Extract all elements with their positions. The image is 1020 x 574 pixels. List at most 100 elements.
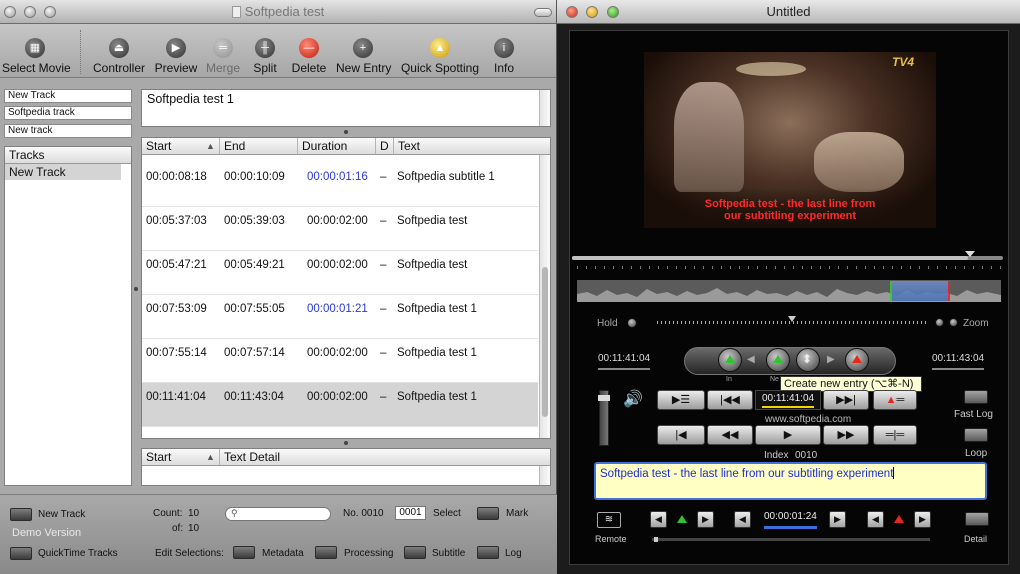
metadata-button[interactable] (233, 546, 255, 559)
volume-thumb[interactable] (598, 395, 610, 401)
count-label: Count: (153, 508, 183, 519)
toolbar-toggle-button[interactable] (534, 8, 552, 17)
search-input[interactable] (242, 509, 326, 519)
volume-slider[interactable] (598, 390, 610, 446)
track-name-field-3[interactable]: New track (4, 124, 132, 138)
column-d[interactable]: D (376, 138, 394, 154)
detail-column-start[interactable]: Start ▲ (142, 449, 220, 465)
track-name-field-1[interactable]: New Track (4, 89, 132, 103)
merge-button[interactable]: ═ Merge (204, 38, 242, 75)
split-button[interactable]: ╫ Split (250, 38, 280, 75)
cell-start: 00:05:47:21 (146, 259, 207, 271)
table-row[interactable]: 00:05:47:21 00:05:49:21 00:00:02:00– Softpe… (142, 251, 538, 295)
selected-entry-segment[interactable] (890, 281, 950, 301)
new-track-button[interactable] (10, 508, 32, 521)
prev-arrow-icon[interactable]: ◀ (747, 354, 755, 365)
go-to-start-button[interactable]: |◀◀ (707, 390, 753, 410)
cell-end: 00:07:57:14 (224, 347, 285, 359)
next-arrow-icon[interactable]: ▶ (827, 354, 835, 365)
zoom-in-icon[interactable] (949, 318, 958, 327)
speaker-icon[interactable]: 🔊 (623, 389, 643, 409)
search-field[interactable]: ⚲ (225, 507, 331, 521)
playback-scrubber[interactable] (572, 251, 1003, 260)
player-zoom-icon[interactable] (607, 6, 619, 18)
vertical-splitter-handle[interactable] (134, 287, 138, 291)
column-start[interactable]: Start ▲ (142, 138, 220, 154)
delete-button[interactable]: — Delete (290, 38, 328, 75)
quicktime-tracks-button[interactable] (10, 547, 32, 560)
table-row[interactable]: 00:05:37:03 00:05:39:03 00:00:02:00– Softpe… (142, 207, 538, 251)
cell-duration: 00:00:02:00 (307, 347, 368, 359)
select-movie-button[interactable]: ▦ Select Movie (2, 38, 71, 75)
quick-spotting-button[interactable]: ▲ Quick Spotting (400, 38, 480, 75)
subtitle-button[interactable] (404, 546, 426, 559)
loop-button[interactable] (964, 428, 988, 442)
track-name-field-2[interactable]: Softpedia track (4, 106, 132, 120)
cell-duration: 00:00:01:21 (307, 303, 368, 315)
processing-button[interactable] (315, 546, 337, 559)
track-item-new-track[interactable]: New Track (5, 164, 121, 180)
zoom-out-icon[interactable] (935, 318, 944, 327)
split-entry-button[interactable]: ═|═ (873, 425, 917, 445)
fast-forward-button[interactable]: ▶▶ (823, 425, 869, 445)
start-increase-button[interactable]: ▶ (697, 511, 714, 528)
minimize-window-icon[interactable] (24, 6, 36, 18)
subtitle-text-field[interactable]: Softpedia test 1 (147, 92, 234, 106)
zoom-slider-thumb[interactable] (788, 316, 796, 322)
detail-column-text-detail[interactable]: Text Detail (220, 449, 538, 465)
preview-button[interactable]: ▶ Preview (154, 38, 198, 75)
mark-button[interactable] (477, 507, 499, 520)
table-row[interactable]: 00:00:08:18 00:00:10:09 00:00:01:16– Softpe… (142, 163, 538, 207)
detail-splitter-handle[interactable] (344, 441, 348, 445)
new-track-label: New Track (38, 509, 86, 520)
zoom-window-icon[interactable] (44, 6, 56, 18)
table-scroll-thumb[interactable] (542, 267, 548, 417)
go-to-end-icon: ▶▶| (836, 394, 856, 406)
table-row[interactable]: 00:11:41:04 00:11:43:04 00:00:02:00– Softpe… (142, 383, 538, 427)
go-to-end-button[interactable]: ▶▶| (823, 390, 869, 410)
column-text[interactable]: Text (394, 138, 540, 154)
current-time-underline (762, 406, 814, 408)
table-row[interactable]: 00:07:55:14 00:07:57:14 00:00:02:00– Softpe… (142, 339, 538, 383)
duration-increase-button[interactable]: ▶ (829, 511, 846, 528)
duration-left-arrow-icon: ◀ (739, 514, 746, 524)
detail-button[interactable] (965, 512, 989, 526)
window-title: Softpedia test (244, 4, 325, 19)
entry-number-field[interactable]: 0001 (395, 506, 426, 520)
start-decrease-button[interactable]: ◀ (650, 511, 667, 528)
detail-scrollbar[interactable] (539, 466, 550, 485)
lamp-shade (736, 62, 806, 76)
controller-label: Controller (92, 61, 146, 75)
entry-text-editor[interactable]: Softpedia test - the last line from our … (594, 462, 987, 500)
close-window-icon[interactable] (4, 6, 16, 18)
player-close-icon[interactable] (566, 6, 578, 18)
delete-entry-spot-button[interactable]: ▲═ (873, 390, 917, 410)
hold-toggle[interactable] (627, 318, 637, 328)
controller-button[interactable]: ⏏ Controller (90, 38, 148, 75)
mark-label: Mark (506, 508, 529, 519)
bottom-progress-track[interactable] (652, 537, 930, 542)
end-decrease-button[interactable]: ◀ (867, 511, 884, 528)
table-scrollbar[interactable] (539, 155, 550, 438)
log-button[interactable] (477, 546, 499, 559)
end-increase-button[interactable]: ▶ (914, 511, 931, 528)
bottom-bar: New Track Demo Version QuickTime Tracks … (0, 494, 557, 574)
player-minimize-icon[interactable] (586, 6, 598, 18)
scrubber-playhead-icon[interactable] (965, 251, 975, 257)
column-end[interactable]: End (220, 138, 298, 154)
info-button[interactable]: i Info (490, 38, 518, 75)
column-duration[interactable]: Duration (298, 138, 376, 154)
play-button[interactable]: ▶ (755, 425, 821, 445)
rewind-button[interactable]: ◀◀ (707, 425, 753, 445)
duration-decrease-button[interactable]: ◀ (734, 511, 751, 528)
wifi-icon[interactable]: ≋ (597, 512, 621, 528)
horizontal-splitter-handle[interactable] (344, 130, 348, 134)
new-entry-button[interactable]: + New Entry (336, 38, 391, 75)
play-selection-button[interactable]: ▶☰ (657, 390, 705, 410)
bottom-progress-thumb[interactable] (654, 537, 658, 542)
previous-entry-button[interactable]: |◀ (657, 425, 705, 445)
subtitle-text-scrollbar[interactable] (539, 90, 550, 126)
table-row[interactable]: 00:07:53:09 00:07:55:05 00:00:01:21– Softpe… (142, 295, 538, 339)
fast-log-button[interactable] (964, 390, 988, 404)
waveform-display[interactable] (577, 280, 1001, 302)
